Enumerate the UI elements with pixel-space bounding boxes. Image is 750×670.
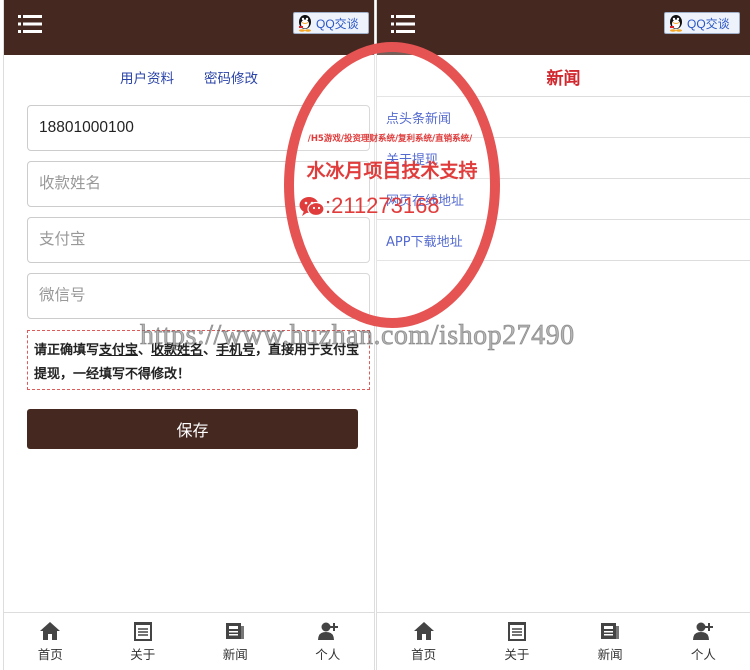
nav-profile[interactable]: 个人: [657, 613, 750, 670]
bottom-nav: 首页 关于 新闻 个人: [4, 612, 374, 670]
qq-chat-label: QQ交谈: [687, 16, 730, 31]
save-button[interactable]: 保存: [27, 409, 358, 449]
qq-penguin-icon: [299, 15, 311, 32]
profile-screen: QQ交谈 用户资料 密码修改 请正确填写支付宝、收款姓名、手机号，直接用于支付宝…: [3, 0, 375, 670]
news-list: 点头条新闻 关于提现 网页在线地址 APP下载地址: [377, 96, 750, 261]
news-icon: [226, 623, 245, 639]
home-icon: [413, 622, 434, 640]
fill-notice: 请正确填写支付宝、收款姓名、手机号，直接用于支付宝提现，一经填写不得修改！: [27, 330, 370, 390]
user-add-icon: [693, 622, 714, 640]
about-icon: [133, 622, 152, 641]
news-item[interactable]: 点头条新闻: [377, 97, 750, 138]
nav-news-label: 新闻: [597, 647, 623, 662]
menu-icon[interactable]: [391, 14, 415, 34]
wechat-field[interactable]: [27, 273, 370, 319]
nav-profile-label: 个人: [690, 647, 716, 662]
alipay-field[interactable]: [27, 217, 370, 263]
nav-home[interactable]: 首页: [377, 613, 470, 670]
nav-profile[interactable]: 个人: [282, 613, 375, 670]
phone-field[interactable]: [27, 105, 370, 151]
notice-sep: 、: [138, 343, 152, 358]
news-icon: [601, 623, 620, 639]
nav-news[interactable]: 新闻: [564, 613, 657, 670]
news-item[interactable]: 网页在线地址: [377, 179, 750, 220]
nav-home-label: 首页: [411, 647, 437, 662]
nav-home[interactable]: 首页: [4, 613, 97, 670]
notice-name: 收款姓名: [151, 343, 204, 358]
user-add-icon: [317, 622, 338, 640]
qq-penguin-icon: [670, 15, 682, 32]
nav-about[interactable]: 关于: [97, 613, 190, 670]
news-item[interactable]: 关于提现: [377, 138, 750, 179]
nav-about-label: 关于: [504, 647, 530, 662]
notice-sep: 、: [203, 343, 217, 358]
nav-news[interactable]: 新闻: [189, 613, 282, 670]
nav-about[interactable]: 关于: [470, 613, 563, 670]
qq-chat-label: QQ交谈: [316, 16, 359, 31]
top-bar: QQ交谈: [4, 0, 374, 55]
tab-password-change[interactable]: 密码修改: [204, 67, 258, 87]
nav-about-label: 关于: [130, 647, 156, 662]
nav-profile-label: 个人: [315, 647, 341, 662]
qq-chat-button[interactable]: QQ交谈: [664, 12, 740, 34]
news-screen: QQ交谈 新闻 点头条新闻 关于提现 网页在线地址 APP下载地址 首页 关于 …: [376, 0, 750, 670]
notice-text: 请正确填写: [34, 343, 100, 358]
top-bar: QQ交谈: [377, 0, 750, 55]
payee-name-field[interactable]: [27, 161, 370, 207]
bottom-nav: 首页 关于 新闻 个人: [377, 612, 750, 670]
notice-phone: 手机号: [216, 343, 256, 358]
about-icon: [507, 622, 526, 641]
news-item[interactable]: APP下载地址: [377, 220, 750, 261]
menu-icon[interactable]: [18, 14, 42, 34]
qq-chat-button[interactable]: QQ交谈: [293, 12, 369, 34]
nav-news-label: 新闻: [222, 647, 248, 662]
page-title: 新闻: [546, 69, 581, 89]
profile-tabs: 用户资料 密码修改: [4, 67, 374, 87]
nav-home-label: 首页: [37, 647, 63, 662]
home-icon: [40, 622, 61, 640]
notice-alipay: 支付宝: [99, 343, 139, 358]
tab-user-info[interactable]: 用户资料: [120, 67, 174, 87]
